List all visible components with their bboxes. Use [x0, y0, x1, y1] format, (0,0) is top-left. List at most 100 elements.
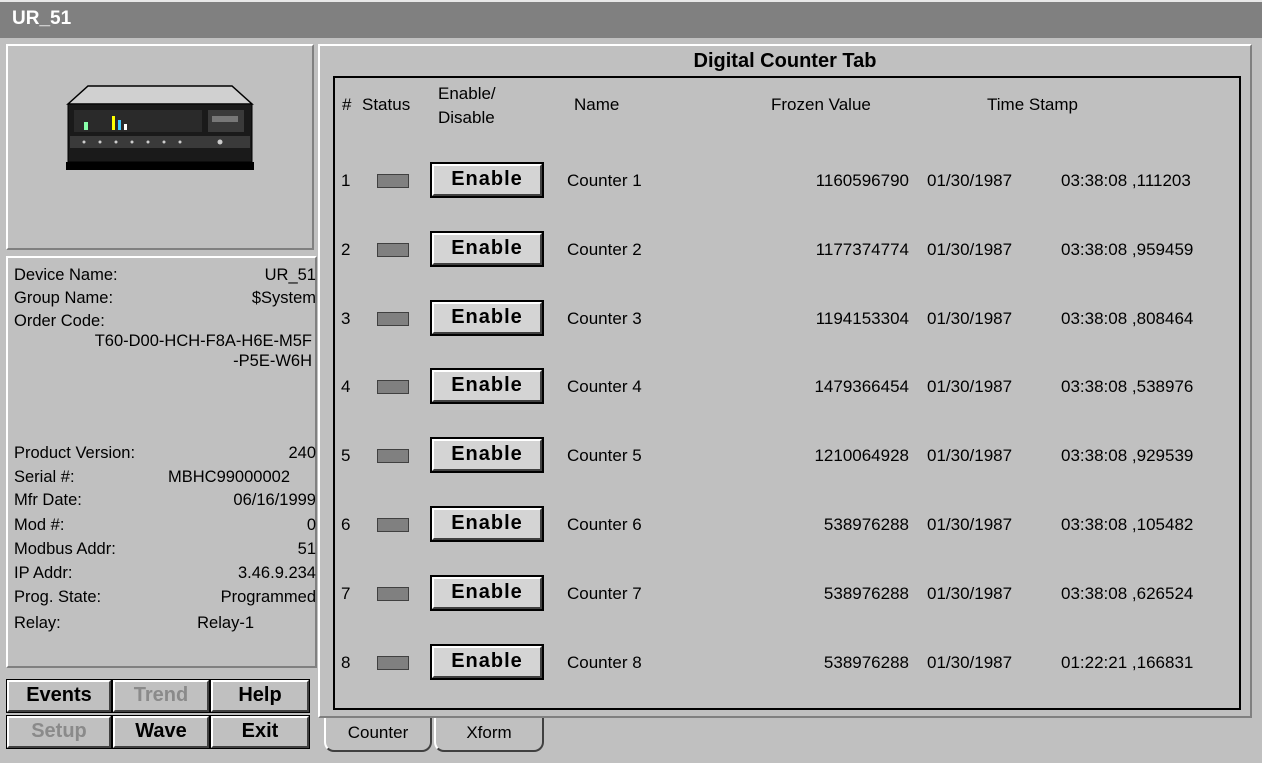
enable-button[interactable]: Enable	[430, 644, 544, 680]
enable-button[interactable]: Enable	[430, 300, 544, 336]
table-row: 6 Enable Counter 6 538976288 01/30/1987 03:38…	[335, 506, 1239, 546]
header-frozen-value: Frozen Value	[771, 95, 871, 114]
timestamp-date: 01/30/1987	[927, 171, 1013, 190]
device-image-panel	[6, 44, 314, 250]
timestamp-date: 01/30/1987	[927, 584, 1013, 603]
relay-device-image	[66, 85, 254, 170]
frozen-value: 1177374774	[815, 240, 909, 259]
table-row: 7 Enable Counter 7 538976288 01/30/1987 03:38…	[335, 575, 1239, 615]
row-number: 6	[341, 515, 351, 534]
modbus-value: 51	[297, 540, 316, 558]
device-info-panel: Device Name: UR_51 Group Name: $System O…	[6, 256, 317, 668]
timestamp-time: 03:38:08 ,111203	[1061, 171, 1191, 190]
enable-button[interactable]: Enable	[430, 506, 544, 542]
status-indicator	[377, 587, 409, 601]
prog-state-row: Prog. State: Programmed	[14, 588, 316, 610]
modbus-row: Modbus Addr: 51	[14, 540, 316, 562]
timestamp-date: 01/30/1987	[927, 446, 1013, 465]
table-row: 5 Enable Counter 5 1210064928 01/30/1987 03:3…	[335, 437, 1239, 477]
mfr-date-value: 06/16/1999	[233, 491, 316, 509]
counter-name: Counter 2	[567, 240, 642, 259]
digital-counter-panel: Digital Counter Tab # Status Enable/ Dis…	[318, 44, 1252, 718]
status-indicator	[377, 449, 409, 463]
status-indicator	[377, 174, 409, 188]
serial-label: Serial #:	[14, 468, 75, 486]
header-enable-line2: Disable	[438, 108, 495, 127]
table-row: 1 Enable Counter 1 1160596790 01/30/1987 03:3…	[335, 162, 1239, 202]
frozen-value: 538976288	[823, 653, 909, 672]
status-indicator	[377, 656, 409, 670]
timestamp-date: 01/30/1987	[927, 653, 1013, 672]
help-button[interactable]: Help	[210, 679, 310, 713]
ip-label: IP Addr:	[14, 564, 73, 582]
order-code-line2: -P5E-W6H	[233, 352, 312, 370]
header-time-stamp: Time Stamp	[987, 95, 1079, 114]
row-number: 4	[341, 377, 351, 396]
timestamp-time: 03:38:08 ,105482	[1061, 515, 1194, 534]
prog-state-value: Programmed	[220, 588, 316, 606]
serial-value: MBHC99000002	[168, 468, 290, 486]
timestamp-time: 01:22:21 ,166831	[1061, 653, 1194, 672]
status-indicator	[377, 243, 409, 257]
timestamp-date: 01/30/1987	[927, 240, 1013, 259]
row-number: 3	[341, 309, 351, 328]
relay-row: Relay: Relay-1	[14, 614, 316, 636]
frozen-value: 538976288	[823, 584, 909, 603]
product-version-row: Product Version: 240	[14, 444, 316, 466]
wave-button[interactable]: Wave	[112, 715, 210, 749]
exit-button[interactable]: Exit	[210, 715, 310, 749]
setup-button[interactable]: Setup	[6, 715, 112, 749]
device-name-label: Device Name:	[14, 266, 118, 284]
counter-name: Counter 3	[567, 309, 642, 328]
product-version-value: 240	[288, 444, 316, 462]
enable-button[interactable]: Enable	[430, 437, 544, 473]
prog-state-label: Prog. State:	[14, 588, 102, 606]
enable-button[interactable]: Enable	[430, 162, 544, 198]
table-row: 3 Enable Counter 3 1194153304 01/30/1987 03:3…	[335, 300, 1239, 340]
ip-value: 3.46.9.234	[238, 564, 316, 582]
timestamp-time: 03:38:08 ,626524	[1061, 584, 1194, 603]
timestamp-time: 03:38:08 ,538976	[1061, 377, 1194, 396]
table-row: 2 Enable Counter 2 1177374774 01/30/1987 03:3…	[335, 231, 1239, 271]
relay-label: Relay:	[14, 614, 61, 632]
timestamp-date: 01/30/1987	[927, 309, 1013, 328]
device-name-value: UR_51	[264, 266, 316, 284]
counter-name: Counter 1	[567, 171, 642, 190]
row-number: 7	[341, 584, 351, 603]
status-indicator	[377, 518, 409, 532]
timestamp-date: 01/30/1987	[927, 515, 1013, 534]
mod-label: Mod #:	[14, 516, 65, 534]
tab-xform[interactable]: Xform	[434, 718, 544, 752]
counter-name: Counter 4	[567, 377, 642, 396]
enable-button[interactable]: Enable	[430, 231, 544, 267]
header-name: Name	[574, 95, 620, 114]
product-version-label: Product Version:	[14, 444, 136, 462]
relay-value: Relay-1	[197, 614, 254, 632]
order-code-line1: T60-D00-HCH-F8A-H6E-M5F	[94, 332, 312, 350]
window-title: UR_51	[12, 8, 72, 29]
mod-value: 0	[306, 516, 316, 534]
tab-counter[interactable]: Counter	[324, 718, 432, 752]
frozen-value: 1160596790	[815, 171, 909, 190]
mfr-date-label: Mfr Date:	[14, 491, 82, 509]
header-enable-line1: Enable/	[438, 84, 496, 103]
enable-button[interactable]: Enable	[430, 575, 544, 611]
frozen-value: 1479366454	[814, 377, 909, 396]
table-row: 8 Enable Counter 8 538976288 01/30/1987 01:22…	[335, 644, 1239, 684]
row-number: 8	[341, 653, 351, 672]
order-code-row: Order Code:	[14, 312, 316, 334]
enable-button[interactable]: Enable	[430, 368, 544, 404]
group-name-row: Group Name: $System	[14, 289, 316, 311]
timestamp-time: 03:38:08 ,959459	[1061, 240, 1194, 259]
window-title-bar: UR_51	[0, 0, 1262, 38]
order-code-label: Order Code:	[14, 312, 105, 330]
header-num: #	[342, 95, 352, 114]
mfr-date-row: Mfr Date: 06/16/1999	[14, 491, 316, 513]
timestamp-time: 03:38:08 ,929539	[1061, 446, 1194, 465]
device-name-row: Device Name: UR_51	[14, 266, 316, 288]
events-button[interactable]: Events	[6, 679, 112, 713]
frozen-value: 1210064928	[814, 446, 909, 465]
counter-name: Counter 6	[567, 515, 642, 534]
panel-title: Digital Counter Tab	[693, 50, 877, 72]
trend-button[interactable]: Trend	[112, 679, 210, 713]
